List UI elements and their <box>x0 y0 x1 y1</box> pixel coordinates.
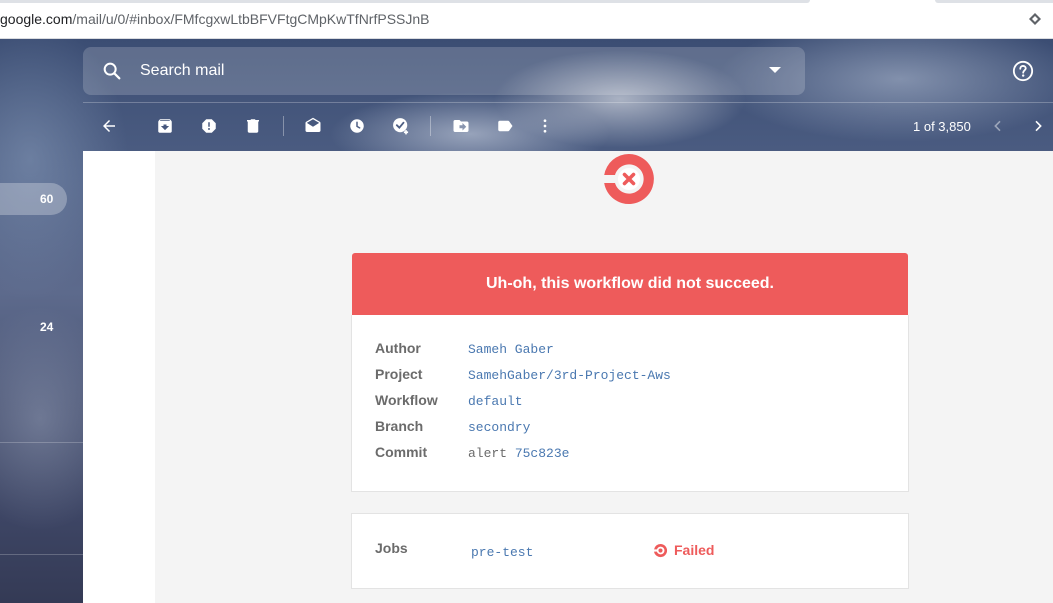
commit-value: alert 75c823e <box>468 446 569 461</box>
message-counter: 1 of 3,850 <box>913 119 971 134</box>
sidebar-unread-count: 24 <box>40 320 54 334</box>
toolbar-separator <box>283 116 284 136</box>
toolbar-separator <box>430 116 431 136</box>
detail-label: Project <box>375 366 423 382</box>
failed-status-text: Failed <box>674 542 715 558</box>
browser-address-bar: google.com/mail/u/0/#inbox/FMfcgxwLtbBFV… <box>0 0 1053 39</box>
delete-icon[interactable] <box>243 116 263 136</box>
workflow-details-card: Author Sameh Gaber Project SamehGaber/3r… <box>351 315 909 492</box>
back-arrow-icon[interactable] <box>99 116 119 136</box>
report-spam-icon[interactable] <box>199 116 219 136</box>
detail-row-project: Project SamehGaber/3rd-Project-Aws <box>375 366 895 386</box>
search-icon[interactable] <box>101 60 123 82</box>
detail-label: Workflow <box>375 392 438 408</box>
sidebar-divider <box>0 554 83 555</box>
jobs-label: Jobs <box>375 540 408 556</box>
older-chevron-right-icon[interactable] <box>1030 118 1046 134</box>
header-divider <box>83 102 1053 103</box>
detail-label: Author <box>375 340 421 356</box>
workflow-link[interactable]: default <box>468 394 523 409</box>
detail-label: Branch <box>375 418 424 434</box>
tab-strip <box>935 0 1053 3</box>
workflow-failed-banner: Uh-oh, this workflow did not succeed. <box>352 253 908 315</box>
newer-chevron-left-icon[interactable] <box>990 118 1006 134</box>
branch-link[interactable]: secondry <box>468 420 530 435</box>
search-options-chevron-icon[interactable] <box>769 67 781 73</box>
add-task-icon[interactable] <box>391 116 411 136</box>
tab-strip <box>0 0 810 3</box>
url-text[interactable]: google.com/mail/u/0/#inbox/FMfcgxwLtbBFV… <box>0 11 430 27</box>
mark-unread-icon[interactable] <box>303 116 323 136</box>
circleci-failed-logo-icon <box>604 153 654 204</box>
extension-icon[interactable] <box>1028 12 1042 26</box>
detail-row-branch: Branch secondry <box>375 418 895 438</box>
jobs-card: Jobs pre-test Failed <box>351 513 909 589</box>
failed-status-icon <box>654 543 668 557</box>
detail-label: Commit <box>375 444 428 460</box>
banner-text: Uh-oh, this workflow did not succeed. <box>485 275 774 292</box>
job-name-link[interactable]: pre-test <box>471 545 533 560</box>
sidebar-item-inbox[interactable] <box>0 183 67 215</box>
url-path: /mail/u/0/#inbox/FMfcgxwLtbBFVFtgCMpKwTf… <box>72 11 430 27</box>
detail-row-workflow: Workflow default <box>375 392 895 412</box>
archive-icon[interactable] <box>155 116 175 136</box>
detail-row-author: Author Sameh Gaber <box>375 340 895 360</box>
project-link[interactable]: SamehGaber/3rd-Project-Aws <box>468 368 671 383</box>
more-vert-icon[interactable] <box>535 116 555 136</box>
sidebar-divider <box>0 442 83 443</box>
search-input[interactable]: Search mail <box>140 62 224 80</box>
sidebar-unread-count: 60 <box>40 192 54 206</box>
move-to-icon[interactable] <box>451 116 471 136</box>
commit-message: alert <box>468 446 508 461</box>
help-icon[interactable] <box>1012 60 1034 82</box>
url-host: google.com <box>0 11 73 27</box>
detail-row-commit: Commit alert 75c823e <box>375 444 895 464</box>
commit-hash-link[interactable]: 75c823e <box>515 446 570 461</box>
label-icon[interactable] <box>495 116 515 136</box>
author-value: Sameh Gaber <box>468 342 554 357</box>
job-status[interactable]: Failed <box>653 542 714 558</box>
search-bar[interactable]: Search mail <box>83 47 805 95</box>
snooze-icon[interactable] <box>347 116 367 136</box>
